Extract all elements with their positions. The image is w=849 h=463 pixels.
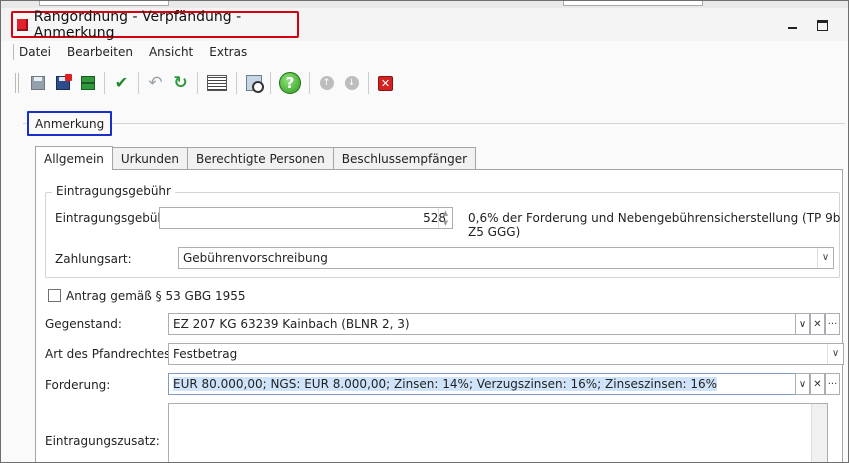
undo-button[interactable]: ↶ <box>144 71 167 95</box>
forderung-more-button[interactable]: ··· <box>825 373 840 395</box>
save-close-button[interactable] <box>51 71 74 95</box>
toolbar-separator <box>270 72 271 94</box>
gegenstand-dropdown-button[interactable]: ∨ <box>795 313 810 335</box>
ellipsis-icon: ··· <box>827 318 838 330</box>
fee-spinner[interactable]: ▲ ▼ <box>438 208 452 228</box>
ellipsis-icon: ··· <box>827 378 838 390</box>
fee-group-legend: Eintragungsgebühr <box>52 184 175 198</box>
toolbar-separator <box>309 72 310 94</box>
title-highlight: Rangordnung - Verpfändung - Anmerkung <box>11 8 299 41</box>
forderung-label: Forderung: <box>45 378 111 392</box>
app-icon <box>17 18 28 31</box>
background-window-strip <box>1 1 848 8</box>
main-window: Rangordnung - Verpfändung - Anmerkung Da… <box>0 0 849 463</box>
toolbar-separator <box>138 72 139 94</box>
chevron-down-icon[interactable]: ∨ <box>827 344 843 364</box>
antrag-checkbox[interactable] <box>48 289 61 302</box>
toolbar-grip <box>15 73 19 93</box>
title-bar[interactable]: Rangordnung - Verpfändung - Anmerkung <box>1 8 848 41</box>
tab-strip: Allgemein Urkunden Berechtigte Personen … <box>35 146 477 170</box>
payment-value: Gebührenvorschreibung <box>183 251 328 265</box>
arrow-up-icon: ↑ <box>319 76 334 90</box>
save-close-icon <box>55 74 72 90</box>
payment-select[interactable]: Gebührenvorschreibung ∨ <box>178 247 834 269</box>
menu-extras[interactable]: Extras <box>209 45 247 59</box>
toolbar-separator <box>104 72 105 94</box>
calculator-icon <box>207 75 227 91</box>
spin-up-icon[interactable]: ▲ <box>439 208 452 218</box>
forderung-value: EUR 80.000,00; NGS: EUR 8.000,00; Zinsen… <box>173 377 718 391</box>
tab-berechtigte-personen[interactable]: Berechtigte Personen <box>187 147 334 170</box>
fee-hint: 0,6% der Forderung und Nebengebührensich… <box>468 211 841 239</box>
help-button[interactable]: ? <box>276 71 304 95</box>
zusatz-textarea[interactable] <box>168 403 828 462</box>
window-title: Rangordnung - Verpfändung - Anmerkung <box>33 8 242 41</box>
move-up-button[interactable]: ↑ <box>315 71 338 95</box>
close-icon: ✕ <box>378 75 393 91</box>
menu-ansicht[interactable]: Ansicht <box>149 45 193 59</box>
undo-icon: ↶ <box>148 72 163 93</box>
spin-down-icon[interactable]: ▼ <box>439 218 452 228</box>
save-icon <box>30 76 45 90</box>
antrag-checkbox-label: Antrag gemäß § 53 GBG 1955 <box>66 289 246 303</box>
grid-button[interactable] <box>76 71 99 95</box>
menu-bearbeiten[interactable]: Bearbeiten <box>67 45 133 59</box>
pfandrecht-value: Festbetrag <box>173 347 238 361</box>
minimize-button[interactable] <box>786 18 800 32</box>
clear-icon: ✕ <box>813 318 822 330</box>
fee-label: Eintragungsgebühr: <box>55 211 174 225</box>
close-button[interactable]: ✕ <box>374 71 397 95</box>
toolbar-separator <box>197 72 198 94</box>
chevron-down-icon[interactable]: ∨ <box>817 248 833 268</box>
tab-beschlussempfaenger[interactable]: Beschlussempfänger <box>332 147 477 170</box>
arrow-down-icon: ↓ <box>344 76 359 90</box>
grid-icon <box>80 76 95 90</box>
toolbar: ✔ ↶ ↻ ? ↑ ↓ ✕ <box>15 68 398 98</box>
tab-allgemein[interactable]: Allgemein <box>35 146 113 170</box>
help-icon: ? <box>279 72 301 94</box>
pfandrecht-select[interactable]: Festbetrag ∨ <box>168 343 844 365</box>
gegenstand-label: Gegenstand: <box>45 317 122 331</box>
search-document-icon <box>245 75 264 93</box>
gegenstand-clear-button[interactable]: ✕ <box>810 313 825 335</box>
redo-button[interactable]: ↻ <box>169 71 192 95</box>
chevron-down-icon: ∨ <box>798 318 807 330</box>
tab-urkunden[interactable]: Urkunden <box>111 147 189 170</box>
redo-icon: ↻ <box>173 72 188 93</box>
payment-label: Zahlungsart: <box>55 252 132 266</box>
zusatz-label: Eintragungszusatz: <box>45 434 160 448</box>
check-icon: ✔ <box>114 73 129 92</box>
forderung-clear-button[interactable]: ✕ <box>810 373 825 395</box>
save-button[interactable] <box>26 71 49 95</box>
gegenstand-value: EZ 207 KG 63239 Kainbach (BLNR 2, 3) <box>173 317 410 331</box>
section-label: Anmerkung <box>27 111 113 136</box>
calculator-button[interactable] <box>203 71 231 95</box>
background-field <box>39 1 169 6</box>
chevron-down-icon: ∨ <box>798 378 807 390</box>
fee-input[interactable]: 528 <box>159 207 453 229</box>
move-down-button[interactable]: ↓ <box>340 71 363 95</box>
gegenstand-more-button[interactable]: ··· <box>825 313 840 335</box>
confirm-button[interactable]: ✔ <box>110 71 133 95</box>
window-controls <box>786 18 830 32</box>
section-divider <box>23 123 845 124</box>
menu-datei[interactable]: Datei <box>19 45 51 59</box>
toolbar-separator <box>236 72 237 94</box>
gegenstand-select[interactable]: EZ 207 KG 63239 Kainbach (BLNR 2, 3) <box>168 313 796 335</box>
search-document-button[interactable] <box>242 71 265 95</box>
menu-grip <box>13 44 14 60</box>
forderung-dropdown-button[interactable]: ∨ <box>795 373 810 395</box>
toolbar-separator <box>368 72 369 94</box>
maximize-button[interactable] <box>816 18 830 32</box>
tab-panel-allgemein: Eintragungsgebühr Eintragungsgebühr: 528… <box>35 169 844 462</box>
menu-bar: Datei Bearbeiten Ansicht Extras <box>13 42 247 62</box>
pfandrecht-label: Art des Pfandrechtes: <box>45 347 175 361</box>
zusatz-scrollbar[interactable] <box>811 404 827 462</box>
background-field <box>563 1 703 6</box>
clear-icon: ✕ <box>813 378 822 390</box>
forderung-select[interactable]: EUR 80.000,00; NGS: EUR 8.000,00; Zinsen… <box>168 373 796 395</box>
